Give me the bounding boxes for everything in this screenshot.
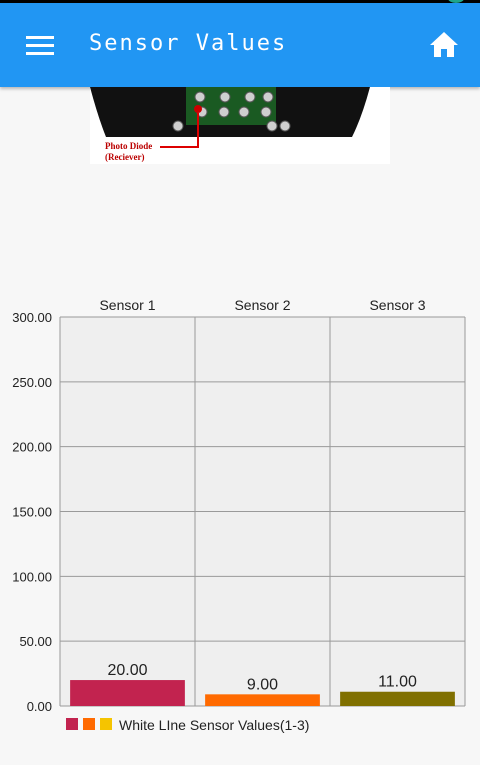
menu-button[interactable] bbox=[24, 31, 58, 59]
x-category-label: Sensor 2 bbox=[234, 297, 290, 313]
y-tick-label: 300.00 bbox=[12, 310, 52, 325]
page-title: Sensor Values bbox=[89, 31, 288, 56]
sensor-photo: Photo Diode (Reciever) bbox=[90, 87, 390, 164]
legend-label: White LIne Sensor Values(1-3) bbox=[119, 717, 310, 733]
y-tick-label: 50.00 bbox=[19, 634, 52, 649]
legend-swatch bbox=[100, 718, 112, 730]
y-tick-label: 150.00 bbox=[12, 505, 52, 520]
home-button[interactable] bbox=[428, 29, 460, 61]
sensor-bar-chart: 0.00 50.00 100.00 150.00 200.00 250.00 300.00 S… bbox=[0, 290, 480, 750]
bar-value-label: 9.00 bbox=[247, 676, 278, 693]
image-caption-line1: Photo Diode bbox=[105, 141, 152, 151]
x-category-label: Sensor 1 bbox=[99, 297, 155, 313]
bar-value-label: 20.00 bbox=[107, 662, 147, 679]
bar-sensor-2 bbox=[205, 694, 320, 706]
hamburger-menu-icon-bar bbox=[26, 44, 54, 47]
image-caption-line2: (Reciever) bbox=[105, 152, 144, 162]
bar-sensor-3 bbox=[340, 691, 455, 706]
y-tick-label: 0.00 bbox=[27, 699, 52, 714]
hamburger-menu-icon-bar bbox=[26, 52, 54, 55]
y-tick-label: 250.00 bbox=[12, 375, 52, 390]
chart-canvas: 0.00 50.00 100.00 150.00 200.00 250.00 300.00 S… bbox=[12, 297, 466, 714]
bar-value-label: 11.00 bbox=[378, 674, 417, 691]
home-icon bbox=[430, 32, 458, 57]
y-tick-label: 200.00 bbox=[12, 440, 52, 455]
x-category-label: Sensor 3 bbox=[369, 297, 425, 313]
y-tick-label: 100.00 bbox=[12, 569, 52, 584]
legend-swatch bbox=[66, 718, 78, 730]
hamburger-menu-icon bbox=[26, 36, 54, 39]
legend-swatch bbox=[83, 718, 95, 730]
app-bar: Sensor Values bbox=[0, 3, 480, 87]
bar-sensor-1 bbox=[70, 680, 185, 706]
